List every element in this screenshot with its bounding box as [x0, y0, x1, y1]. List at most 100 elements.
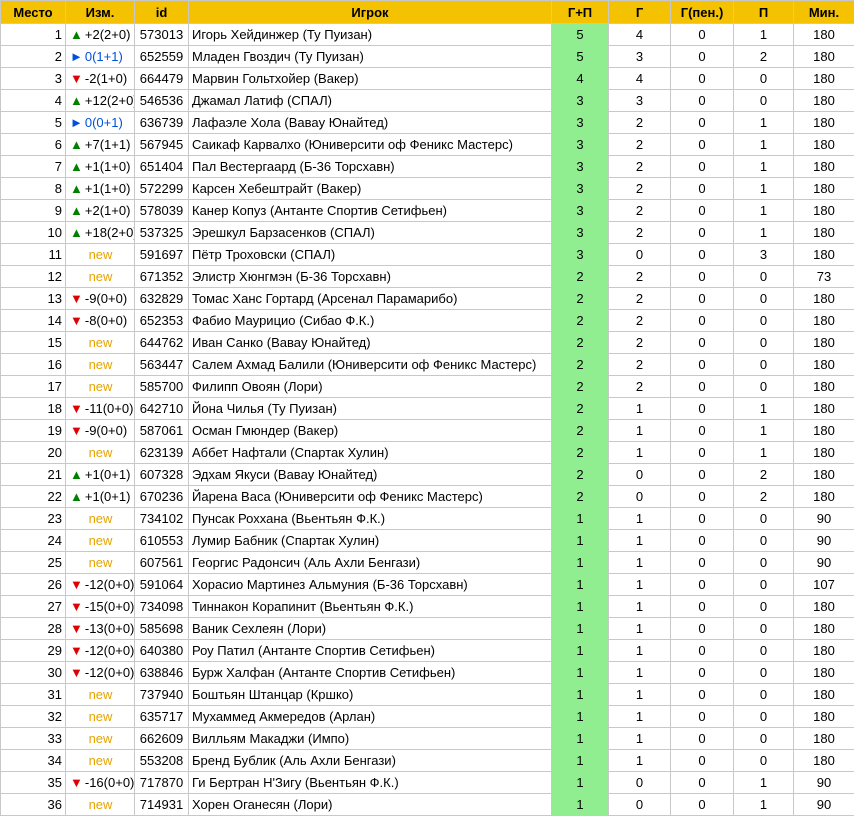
table-row[interactable]: 1 ▲ +2(2+0) 573013 Игорь Хейдинжер (Ту Пуиза…: [0, 23, 854, 46]
table-row[interactable]: 25 new 607561 Георгис Радонсич (Аль Ахли Бе…: [0, 551, 854, 574]
penalty-goals-cell: 0: [670, 463, 734, 486]
id-cell: 585700: [134, 375, 189, 398]
table-row[interactable]: 32 new 635717 Мухаммед Акмередов (Арлан) 1 1 0…: [0, 705, 854, 728]
table-row[interactable]: 22 ▲ +1(0+1) 670236 Йарена Васа (Юниверсити …: [0, 485, 854, 508]
change-cell: ▼ -2(1+0): [65, 67, 135, 90]
penalty-goals-cell: 0: [670, 199, 734, 222]
col-header-penalty-goals[interactable]: Г(пен.): [670, 0, 734, 24]
minutes-cell: 90: [793, 771, 854, 794]
table-row[interactable]: 5 ► 0(0+1) 636739 Лафаэле Хола (Ваваy Юнайте…: [0, 111, 854, 134]
change-value: -12(0+0): [84, 643, 135, 658]
assists-cell: 0: [733, 287, 794, 310]
goals-cell: 2: [608, 353, 671, 376]
table-row[interactable]: 26 ▼ -12(0+0) 591064 Хорасио Мартинез Альмун…: [0, 573, 854, 596]
goals-plus-assists-cell: 3: [551, 243, 609, 266]
place-cell: 24: [0, 529, 66, 552]
table-row[interactable]: 13 ▼ -9(0+0) 632829 Томас Ханс Гортард (Арсе…: [0, 287, 854, 310]
goals-cell: 2: [608, 265, 671, 288]
id-cell: 734102: [134, 507, 189, 530]
place-cell: 22: [0, 485, 66, 508]
change-cell: ▲ +1(1+0): [65, 155, 135, 178]
change-cell: ▼ -11(0+0): [65, 397, 135, 420]
minutes-cell: 180: [793, 397, 854, 420]
goals-plus-assists-cell: 1: [551, 749, 609, 772]
change-value: -8(0+0): [84, 313, 128, 328]
goals-plus-assists-cell: 3: [551, 221, 609, 244]
table-row[interactable]: 27 ▼ -15(0+0) 734098 Тиннакон Корапинит (Вье…: [0, 595, 854, 618]
table-row[interactable]: 34 new 553208 Бренд Бублик (Аль Ахли Бенгаз…: [0, 749, 854, 772]
col-header-assists[interactable]: П: [733, 0, 794, 24]
table-row[interactable]: 30 ▼ -12(0+0) 638846 Бурж Халфан (Антанте Сп…: [0, 661, 854, 684]
col-header-goals-plus-assists[interactable]: Г+П: [551, 0, 609, 24]
change-cell: new: [65, 507, 135, 530]
table-row[interactable]: 10 ▲ +18(2+0) 537325 Эрешкул Барзасенков (СП…: [0, 221, 854, 244]
player-cell: Филипп Овоян (Лори): [188, 375, 552, 398]
penalty-goals-cell: 0: [670, 661, 734, 684]
place-cell: 33: [0, 727, 66, 750]
player-cell: Хорасио Мартинез Альмуния (Б-36 Торсхавн…: [188, 573, 552, 596]
minutes-cell: 180: [793, 221, 854, 244]
change-value: -12(0+0): [84, 577, 135, 592]
penalty-goals-cell: 0: [670, 89, 734, 112]
table-row[interactable]: 3 ▼ -2(1+0) 664479 Марвин Гольтхойер (Вакер)…: [0, 67, 854, 90]
id-cell: 537325: [134, 221, 189, 244]
change-value: -15(0+0): [84, 599, 135, 614]
penalty-goals-cell: 0: [670, 177, 734, 200]
place-cell: 7: [0, 155, 66, 178]
table-row[interactable]: 14 ▼ -8(0+0) 652353 Фабио Маурицио (Сибао Ф.…: [0, 309, 854, 332]
minutes-cell: 180: [793, 155, 854, 178]
player-cell: Эрешкул Барзасенков (СПАЛ): [188, 221, 552, 244]
table-row[interactable]: 18 ▼ -11(0+0) 642710 Йона Чилья (Ту Пуизан) 2…: [0, 397, 854, 420]
table-row[interactable]: 35 ▼ -16(0+0) 717870 Ги Бертран Н'Зигу (Вьен…: [0, 771, 854, 794]
goals-plus-assists-cell: 3: [551, 133, 609, 156]
table-row[interactable]: 21 ▲ +1(0+1) 607328 Эдхам Якуси (Ваваy Юнайт…: [0, 463, 854, 486]
goals-cell: 2: [608, 331, 671, 354]
goals-cell: 0: [608, 771, 671, 794]
table-row[interactable]: 28 ▼ -13(0+0) 585698 Ваник Сехлеян (Лори) 1 1 0…: [0, 617, 854, 640]
table-row[interactable]: 8 ▲ +1(1+0) 572299 Карсен Хебештрайт (Вакер)…: [0, 177, 854, 200]
table-row[interactable]: 9 ▲ +2(1+0) 578039 Канер Копуз (Антанте Спор…: [0, 199, 854, 222]
player-cell: Фабио Маурицио (Сибао Ф.К.): [188, 309, 552, 332]
goals-cell: 1: [608, 397, 671, 420]
goals-cell: 2: [608, 199, 671, 222]
table-row[interactable]: 6 ▲ +7(1+1) 567945 Саикаф Карвалхо (Юниверси…: [0, 133, 854, 156]
col-header-goals[interactable]: Г: [608, 0, 671, 24]
place-cell: 23: [0, 507, 66, 530]
goals-plus-assists-cell: 1: [551, 551, 609, 574]
table-row[interactable]: 33 new 662609 Вилльям Макаджи (Импо) 1 1 0 0 180: [0, 727, 854, 750]
col-header-minutes[interactable]: Мин.: [793, 0, 854, 24]
goals-plus-assists-cell: 1: [551, 507, 609, 530]
penalty-goals-cell: 0: [670, 287, 734, 310]
new-entry-label: new: [88, 269, 113, 284]
col-header-player[interactable]: Игрок: [188, 0, 552, 24]
col-header-id[interactable]: id: [134, 0, 189, 24]
table-row[interactable]: 7 ▲ +1(1+0) 651404 Пал Вестергаард (Б-36 Тор…: [0, 155, 854, 178]
col-header-change[interactable]: Изм.: [65, 0, 135, 24]
table-row[interactable]: 4 ▲ +12(2+0) 546536 Джамал Латиф (СПАЛ) 3 3 0 0 1…: [0, 89, 854, 112]
id-cell: 607328: [134, 463, 189, 486]
table-row[interactable]: 12 new 671352 Элистр Хюнгмэн (Б-36 Торсхавн…: [0, 265, 854, 288]
col-header-place[interactable]: Место: [0, 0, 66, 24]
table-row[interactable]: 24 new 610553 Лумир Бабник (Спартак Хулин) 1…: [0, 529, 854, 552]
table-row[interactable]: 20 new 623139 Аббет Нафтали (Спартак Хулин)…: [0, 441, 854, 464]
arrow-up-icon: ▲: [70, 93, 83, 108]
arrow-up-icon: ▲: [70, 225, 83, 240]
table-row[interactable]: 2 ► 0(1+1) 652559 Младен Гвоздич (Ту Пуизан)…: [0, 45, 854, 68]
table-row[interactable]: 16 new 563447 Салем Ахмад Балили (Юниверсит…: [0, 353, 854, 376]
table-row[interactable]: 19 ▼ -9(0+0) 587061 Осман Гмюндер (Вакер) 2 1 0…: [0, 419, 854, 442]
table-row[interactable]: 15 new 644762 Иван Санко (Ваваy Юнайтед) 2 2 0…: [0, 331, 854, 354]
id-cell: 644762: [134, 331, 189, 354]
table-row[interactable]: 11 new 591697 Пётр Троховски (СПАЛ) 3 0 0 3 180: [0, 243, 854, 266]
change-value: +12(2+0): [84, 93, 135, 108]
table-row[interactable]: 23 new 734102 Пунсак Роххана (Вьентьян Ф.К.…: [0, 507, 854, 530]
table-row[interactable]: 29 ▼ -12(0+0) 640380 Роу Патил (Антанте Спор…: [0, 639, 854, 662]
table-row[interactable]: 31 new 737940 Боштьян Штанцар (Кршко) 1 1 0 0 18…: [0, 683, 854, 706]
id-cell: 670236: [134, 485, 189, 508]
goals-cell: 2: [608, 287, 671, 310]
arrow-up-icon: ▲: [70, 137, 83, 152]
minutes-cell: 180: [793, 353, 854, 376]
arrow-down-icon: ▼: [70, 665, 83, 680]
assists-cell: 1: [733, 133, 794, 156]
table-row[interactable]: 36 new 714931 Хорен Оганесян (Лори) 1 0 0 1 90: [0, 793, 854, 816]
table-row[interactable]: 17 new 585700 Филипп Овоян (Лори) 2 2 0 0 180: [0, 375, 854, 398]
